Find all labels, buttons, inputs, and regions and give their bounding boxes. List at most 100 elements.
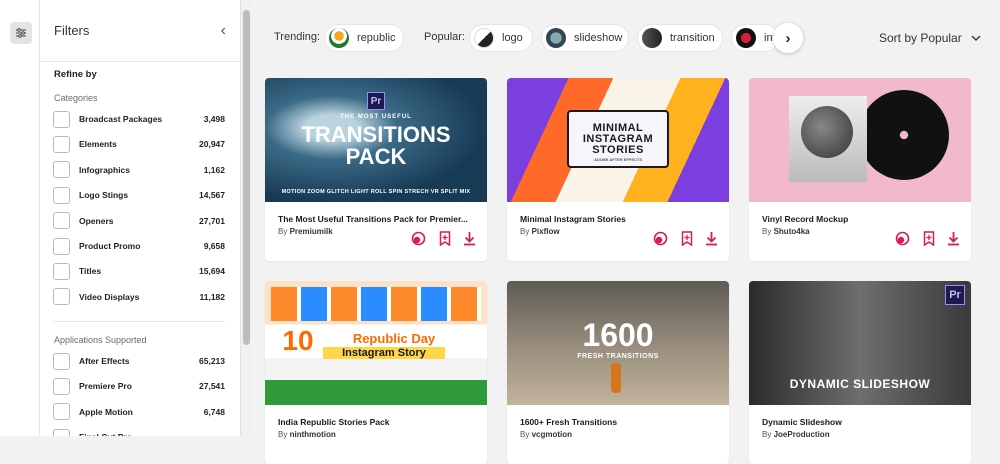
filter-option[interactable]: Video Displays 11,182 — [53, 287, 225, 307]
filters-scrollbar[interactable] — [240, 0, 251, 436]
filter-option[interactable]: Product Promo 9,658 — [53, 236, 225, 256]
chevron-down-icon — [971, 35, 981, 41]
filter-option-count: 15,694 — [199, 266, 225, 277]
product-card[interactable]: Pr DYNAMIC SLIDESHOW Dynamic Slideshow B… — [749, 281, 971, 464]
filter-checkbox[interactable] — [53, 161, 70, 179]
filter-option-label: After Effects — [79, 356, 130, 366]
filter-option-label: Elements — [79, 139, 117, 150]
trending-label: Trending: — [274, 31, 321, 43]
card-overlay-text: 1600 — [582, 317, 654, 353]
filter-checkbox[interactable] — [53, 110, 70, 128]
download-icon[interactable] — [703, 230, 719, 246]
card-title[interactable]: Vinyl Record Mockup — [762, 214, 848, 224]
download-icon[interactable] — [945, 230, 961, 246]
filter-option-label: Broadcast Packages — [79, 114, 163, 124]
filter-option-label: Product Promo — [79, 241, 141, 251]
filter-checkbox[interactable] — [53, 352, 70, 370]
chip-thumbnail — [329, 28, 349, 48]
product-card[interactable]: Vinyl Record Mockup By Shuto4ka — [749, 78, 971, 261]
download-icon[interactable] — [461, 230, 477, 246]
filter-checkbox[interactable] — [53, 212, 70, 230]
filter-checkbox[interactable] — [53, 288, 70, 306]
story-strip — [271, 287, 481, 321]
filter-checkbox[interactable] — [53, 262, 70, 280]
card-thumbnail[interactable]: MINIMAL INSTAGRAM STORIES ADOBE AFTER EF… — [507, 78, 729, 202]
filter-option-label: Video Displays — [79, 291, 140, 302]
filter-checkbox[interactable] — [53, 237, 70, 255]
card-thumbnail[interactable]: 10 Republic Day Instagram Story — [265, 281, 487, 405]
filters-panel: Filters ‹ Refine by Categories Broadcast… — [40, 0, 240, 436]
popular-chip[interactable]: intro — [731, 24, 779, 52]
filters-header: Filters ‹ — [40, 0, 240, 62]
filter-option[interactable]: Final Cut Pro — [53, 427, 225, 436]
card-author: By vcgmotion — [520, 430, 573, 439]
product-card[interactable]: 10 Republic Day Instagram Story India Re… — [265, 281, 487, 464]
card-thumbnail[interactable]: Pr DYNAMIC SLIDESHOW — [749, 281, 971, 405]
bookmark-icon[interactable] — [921, 230, 937, 246]
card-thumbnail[interactable]: Pr THE MOST USEFUL TRANSITIONS PACK MOTI… — [265, 78, 487, 202]
card-thumbnail[interactable] — [749, 78, 971, 202]
chip-label: transition — [670, 32, 715, 44]
preview-icon[interactable] — [894, 230, 910, 246]
filter-option-count: 6,748 — [203, 406, 225, 417]
sort-dropdown[interactable]: Sort by Popular — [879, 31, 981, 45]
author-link[interactable]: JoeProduction — [774, 430, 830, 439]
popular-label: Popular: — [424, 31, 465, 43]
author-link[interactable]: vcgmotion — [532, 430, 572, 439]
preview-icon[interactable] — [410, 230, 426, 246]
card-author: By Shuto4ka — [762, 227, 810, 236]
author-link[interactable]: ninthmotion — [290, 430, 336, 439]
author-link[interactable]: Pixflow — [532, 227, 560, 236]
scrollbar-thumb[interactable] — [243, 10, 250, 345]
filter-checkbox[interactable] — [53, 403, 70, 421]
filter-checkbox[interactable] — [53, 186, 70, 204]
filter-option[interactable]: Titles 15,694 — [53, 261, 225, 281]
card-title[interactable]: The Most Useful Transitions Pack for Pre… — [278, 214, 468, 224]
product-card[interactable]: Pr THE MOST USEFUL TRANSITIONS PACK MOTI… — [265, 78, 487, 261]
card-title[interactable]: Minimal Instagram Stories — [520, 214, 626, 224]
preview-icon[interactable] — [652, 230, 668, 246]
bookmark-icon[interactable] — [437, 230, 453, 246]
popular-chip[interactable]: logo — [469, 24, 533, 52]
author-link[interactable]: Premiumilk — [290, 227, 333, 236]
chevron-left-icon[interactable]: ‹ — [221, 22, 226, 40]
trending-chip[interactable]: republic — [324, 24, 404, 52]
card-author: By Pixflow — [520, 227, 560, 236]
card-thumbnail[interactable]: 1600 FRESH TRANSITIONS — [507, 281, 729, 405]
chevron-right-icon[interactable]: › — [773, 23, 803, 53]
popular-chip[interactable]: transition — [637, 24, 723, 52]
premiere-pro-badge: Pr — [367, 92, 385, 110]
refine-by-heading: Refine by — [54, 69, 97, 80]
card-overlay-text: Instagram Story — [323, 347, 445, 359]
premiere-pro-badge: Pr — [945, 285, 965, 305]
product-card[interactable]: MINIMAL INSTAGRAM STORIES ADOBE AFTER EF… — [507, 78, 729, 261]
filters-title: Filters — [54, 23, 90, 38]
popular-chip[interactable]: slideshow — [541, 24, 629, 52]
card-title[interactable]: Dynamic Slideshow — [762, 417, 842, 427]
filter-option[interactable]: Premiere Pro 27,541 — [53, 376, 225, 396]
filter-option[interactable]: Broadcast Packages 3,498 — [53, 109, 225, 129]
card-title[interactable]: 1600+ Fresh Transitions — [520, 417, 617, 427]
card-overlay-text: Republic Day — [352, 331, 436, 346]
filter-option[interactable]: Elements 20,947 — [53, 134, 225, 154]
filter-option[interactable]: Logo Stings 14,567 — [53, 185, 225, 205]
filter-option[interactable]: Openers 27,701 — [53, 211, 225, 231]
card-title[interactable]: India Republic Stories Pack — [278, 417, 389, 427]
filter-checkbox[interactable] — [53, 135, 70, 153]
chip-thumbnail — [546, 28, 566, 48]
categories-heading: Categories — [54, 93, 98, 103]
filter-option[interactable]: Apple Motion 6,748 — [53, 402, 225, 422]
filter-option[interactable]: After Effects 65,213 — [53, 351, 225, 371]
filter-option[interactable]: Infographics 1,162 — [53, 160, 225, 180]
search-suggestions-bar: Trending: republic Popular: logo slidesh… — [251, 22, 1000, 54]
filter-checkbox[interactable] — [53, 428, 70, 436]
filter-checkbox[interactable] — [53, 377, 70, 395]
author-link[interactable]: Shuto4ka — [774, 227, 810, 236]
filter-option-label: Infographics — [79, 164, 131, 175]
bookmark-icon[interactable] — [679, 230, 695, 246]
product-card[interactable]: 1600 FRESH TRANSITIONS 1600+ Fresh Trans… — [507, 281, 729, 464]
left-rail — [0, 0, 40, 436]
filter-option-label: Titles — [79, 266, 102, 277]
card-overlay-text: DYNAMIC SLIDESHOW — [789, 377, 931, 391]
filters-toggle-button[interactable] — [10, 22, 32, 44]
